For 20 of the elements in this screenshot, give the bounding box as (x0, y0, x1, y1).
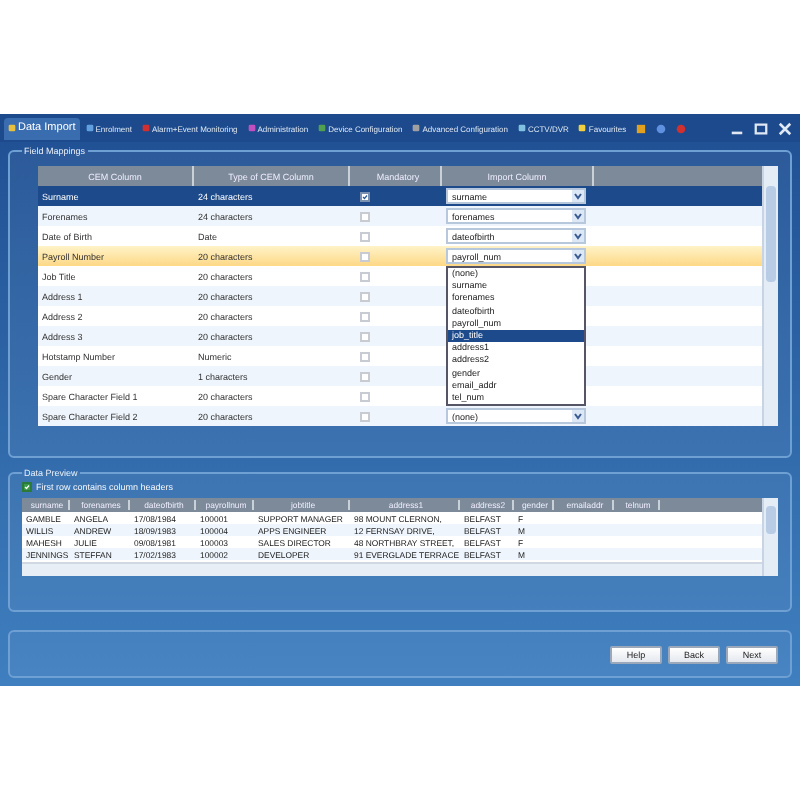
dropdown-arrow-icon[interactable] (572, 230, 584, 242)
dropdown-arrow-icon[interactable] (572, 250, 584, 262)
close-icon[interactable] (778, 121, 792, 135)
square-icon (412, 124, 421, 132)
square-icon (247, 124, 256, 132)
square-icon (141, 124, 150, 132)
checkbox[interactable] (22, 482, 32, 492)
dropdown-arrow-icon[interactable] (572, 210, 584, 222)
square-icon (85, 124, 94, 132)
square-icon (8, 124, 16, 132)
dropdown-arrow-icon[interactable] (572, 190, 584, 202)
dropdown-arrow-icon[interactable] (572, 410, 584, 422)
square-icon (578, 124, 587, 132)
square-icon (318, 124, 327, 132)
maximize-icon[interactable] (754, 121, 768, 135)
horizontal-scrollbar[interactable] (22, 562, 762, 576)
checkbox[interactable] (360, 191, 370, 201)
vertical-scrollbar[interactable] (762, 498, 778, 576)
square-icon (517, 124, 526, 132)
vertical-scrollbar[interactable] (762, 166, 778, 426)
